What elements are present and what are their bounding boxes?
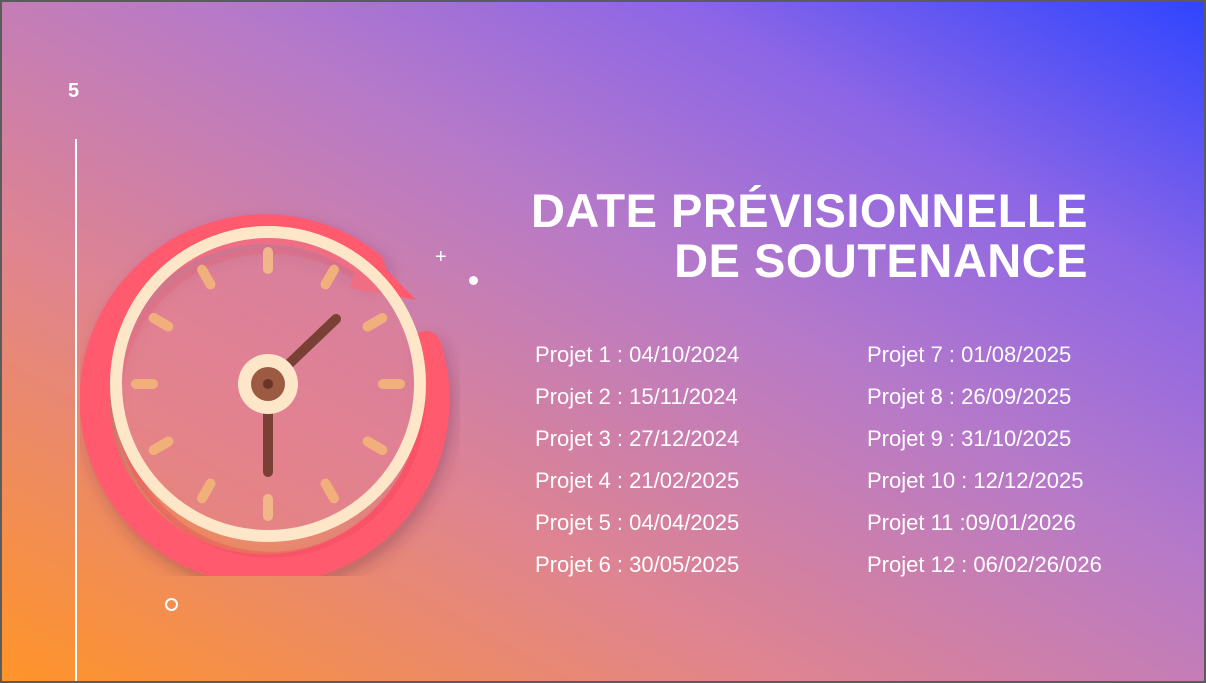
projects-list-left: Projet 1 : 04/10/2024 Projet 2 : 15/11/2… bbox=[535, 339, 739, 591]
slide-number: 5 bbox=[68, 80, 80, 102]
list-item: Projet 3 : 27/12/2024 bbox=[535, 426, 740, 451]
list-item: Projet 5 : 04/04/2025 bbox=[535, 510, 740, 535]
list-item: Projet 8 : 26/09/2025 bbox=[867, 384, 1072, 409]
title-line-2: DE SOUTENANCE bbox=[674, 234, 1088, 287]
list-item: Projet 6 : 30/05/2025 bbox=[535, 552, 740, 577]
decor-ring bbox=[165, 598, 178, 611]
list-item: Projet 1 : 04/10/2024 bbox=[535, 342, 740, 367]
slide: 5 + DATE PRÉVISIONNELLE DE SOUTENANCE Pr… bbox=[2, 2, 1204, 681]
list-item: Projet 9 : 31/10/2025 bbox=[867, 426, 1072, 451]
title-line-1: DATE PRÉVISIONNELLE bbox=[530, 184, 1088, 237]
slide-title: DATE PRÉVISIONNELLE DE SOUTENANCE bbox=[472, 186, 1088, 286]
list-item: Projet 10 : 12/12/2025 bbox=[867, 468, 1084, 493]
list-item: Projet 11 :09/01/2026 bbox=[867, 510, 1076, 535]
clock-refresh-icon bbox=[80, 214, 450, 576]
projects-list-right: Projet 7 : 01/08/2025 Projet 8 : 26/09/2… bbox=[867, 339, 1102, 591]
list-item: Projet 2 : 15/11/2024 bbox=[535, 384, 738, 409]
list-item: Projet 4 : 21/02/2025 bbox=[535, 468, 740, 493]
list-item: Projet 7 : 01/08/2025 bbox=[867, 342, 1072, 367]
list-item: Projet 12 : 06/02/26/026 bbox=[867, 552, 1102, 577]
vertical-divider bbox=[75, 139, 77, 681]
decor-plus: + bbox=[435, 246, 447, 268]
